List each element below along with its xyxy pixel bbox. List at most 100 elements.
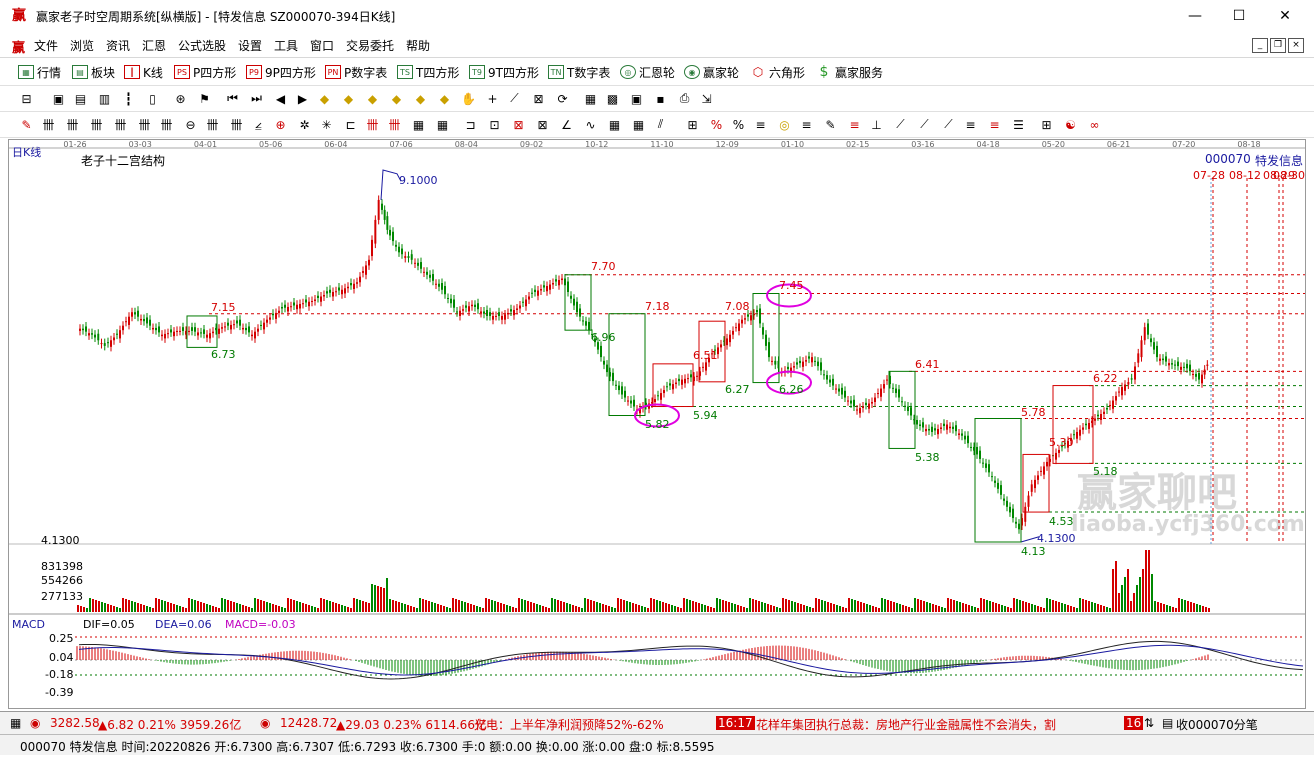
first-page-icon[interactable]: ⏮ [224, 90, 241, 107]
news-ticker[interactable]: 光电：上半年净利润预降52%-62% [474, 716, 664, 733]
bars3-icon[interactable]: 卌 [88, 116, 105, 133]
calculator-icon[interactable]: ▩ [604, 90, 621, 107]
winner-wheel-button[interactable]: ◉ 赢家轮 [684, 63, 739, 81]
lines-icon[interactable]: ≡ [752, 116, 769, 133]
tick-data-label[interactable]: 收000070分笔 [1176, 716, 1258, 733]
flag-icon[interactable]: ⚑ [196, 90, 213, 107]
list-icon[interactable]: ☰ [1010, 116, 1027, 133]
layout-icon[interactable]: ⊟ [18, 90, 35, 107]
coin-icon[interactable]: ◎ [776, 116, 793, 133]
matrix-icon[interactable]: ▦ [606, 116, 623, 133]
9p-square-button[interactable]: P9 9P四方形 [246, 63, 316, 81]
box2-icon[interactable]: ⊠ [510, 116, 527, 133]
kline-button[interactable]: ┃ K线 [124, 63, 163, 81]
menu-settings[interactable]: 设置 [238, 37, 262, 54]
red-bars2-icon[interactable]: 卌 [386, 116, 403, 133]
menu-info[interactable]: 资讯 [106, 37, 130, 54]
pen2-icon[interactable]: ✎ [822, 116, 839, 133]
period-label[interactable]: 日K线 [12, 144, 41, 160]
bars4-icon[interactable]: 卌 [112, 116, 129, 133]
bars-icon[interactable]: 卌 [40, 116, 57, 133]
bars2-icon[interactable]: 卌 [64, 116, 81, 133]
mdi-close-button[interactable]: × [1288, 38, 1304, 53]
grid2-icon[interactable]: 卌 [204, 116, 221, 133]
slash-icon[interactable]: ⫽ [652, 116, 669, 133]
zoom-left-icon[interactable]: ◆ [364, 90, 381, 107]
box3-icon[interactable]: ⊠ [534, 116, 551, 133]
yinyang-icon[interactable]: ☯ [1062, 116, 1079, 133]
candle-icon[interactable]: ┇ [120, 90, 137, 107]
sz-index-value[interactable]: 12428.72 [280, 716, 337, 730]
window-icon[interactable]: ▣ [50, 90, 67, 107]
gift-icon[interactable]: ⊠ [530, 90, 547, 107]
calendar-icon[interactable]: ▦ [582, 90, 599, 107]
right-arrow-icon[interactable]: ▶ [294, 90, 311, 107]
bracket-icon[interactable]: ⊏ [342, 116, 359, 133]
winner-service-button[interactable]: $ 赢家服务 [816, 63, 883, 81]
close-button[interactable]: ✕ [1262, 4, 1308, 28]
indicator-icon[interactable]: ⊛ [172, 90, 189, 107]
zoom-out-icon[interactable]: ◆ [340, 90, 357, 107]
document-icon[interactable]: ▤ [72, 90, 89, 107]
lines5-icon[interactable]: ≡ [986, 116, 1003, 133]
zoom-down-icon[interactable]: ◆ [436, 90, 453, 107]
monitor-icon[interactable]: ▣ [628, 90, 645, 107]
crosshair-icon[interactable]: + [484, 90, 501, 107]
menu-file[interactable]: 文件 [34, 37, 58, 54]
grid3-icon[interactable]: 卌 [228, 116, 245, 133]
p-table-button[interactable]: PN P数字表 [325, 63, 387, 81]
mdi-minimize-button[interactable]: _ [1252, 38, 1268, 53]
last-page-icon[interactable]: ⏭ [248, 90, 265, 107]
infinity-icon[interactable]: ∞ [1086, 116, 1103, 133]
zoom-right-icon[interactable]: ◆ [388, 90, 405, 107]
bracket2-icon[interactable]: ⊐ [462, 116, 479, 133]
menu-formula[interactable]: 公式选股 [178, 37, 226, 54]
menu-help[interactable]: 帮助 [406, 37, 430, 54]
t-square-button[interactable]: TS T四方形 [397, 63, 459, 81]
t-table-button[interactable]: TN T数字表 [548, 63, 610, 81]
bars5-icon[interactable]: 卌 [136, 116, 153, 133]
line-icon[interactable]: ⟋ [506, 90, 523, 107]
menu-trade[interactable]: 交易委托 [346, 37, 394, 54]
minimize-button[interactable]: — [1172, 4, 1218, 28]
box-icon[interactable]: ⊡ [486, 116, 503, 133]
print-icon[interactable]: ⎙ [676, 90, 693, 107]
pen-icon[interactable]: ✎ [18, 116, 35, 133]
mdi-restore-button[interactable]: ❐ [1270, 38, 1286, 53]
diag2-icon[interactable]: ⟋ [916, 116, 933, 133]
hexagon-button[interactable]: ⬡ 六角形 [750, 63, 805, 81]
lines4-icon[interactable]: ≡ [962, 116, 979, 133]
save-icon[interactable]: ▪ [652, 90, 669, 107]
target-icon[interactable]: ⊕ [272, 116, 289, 133]
up-icon[interactable]: ⊥ [868, 116, 885, 133]
news-ticker-2[interactable]: 花样年集团执行总裁：房地产行业金融属性不会消失，割 [756, 716, 1056, 733]
lines3-icon[interactable]: ≡ [846, 116, 863, 133]
export-icon[interactable]: ⇲ [698, 90, 715, 107]
diag-icon[interactable]: ⟋ [892, 116, 909, 133]
bars6-icon[interactable]: 卌 [158, 116, 175, 133]
p-square-button[interactable]: PS P四方形 [174, 63, 236, 81]
refresh-icon[interactable]: ⟳ [554, 90, 571, 107]
menu-browse[interactable]: 浏览 [70, 37, 94, 54]
bar-chart-icon[interactable]: ▥ [96, 90, 113, 107]
star-icon[interactable]: ✳ [318, 116, 335, 133]
sh-index-value[interactable]: 3282.58 [50, 716, 100, 730]
menu-grid-icon[interactable]: ▦ [10, 716, 21, 730]
percent-icon[interactable]: % [730, 116, 747, 133]
candle-mode-icon[interactable]: ▯ [144, 90, 161, 107]
angle-icon[interactable]: ∠ [558, 116, 575, 133]
fan-icon[interactable]: ⦤ [250, 116, 267, 133]
scroll-arrows-icon[interactable]: ⇅ [1144, 716, 1154, 730]
9t-square-button[interactable]: T9 9T四方形 [469, 63, 539, 81]
matrix2-icon[interactable]: ▦ [630, 116, 647, 133]
zoom-up-icon[interactable]: ◆ [412, 90, 429, 107]
wave-icon[interactable]: ∿ [582, 116, 599, 133]
percent-grid-icon[interactable]: % [708, 116, 725, 133]
zoom-in-icon[interactable]: ◆ [316, 90, 333, 107]
lines2-icon[interactable]: ≡ [798, 116, 815, 133]
red-bars-icon[interactable]: 卌 [364, 116, 381, 133]
diag3-icon[interactable]: ⟋ [940, 116, 957, 133]
left-arrow-icon[interactable]: ◀ [272, 90, 289, 107]
table2-icon[interactable]: ▦ [434, 116, 451, 133]
ruler-icon[interactable]: ⊞ [684, 116, 701, 133]
